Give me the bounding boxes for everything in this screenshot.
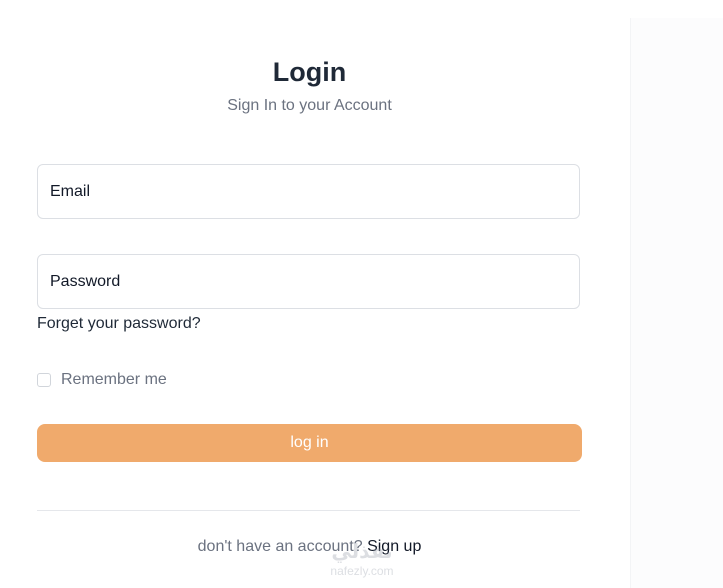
password-field-wrapper: [37, 254, 580, 309]
side-panel: [630, 18, 723, 588]
remember-me-row[interactable]: Remember me: [37, 370, 167, 390]
password-input[interactable]: [38, 255, 579, 308]
forgot-password-link[interactable]: Forget your password?: [37, 314, 201, 334]
remember-me-label: Remember me: [61, 371, 167, 388]
login-button[interactable]: log in: [37, 424, 582, 462]
divider: [37, 510, 580, 511]
login-page: Login Sign In to your Account Forget you…: [0, 0, 723, 588]
page-subtitle: Sign In to your Account: [227, 97, 392, 114]
signup-row: don't have an account? Sign up: [0, 537, 619, 557]
remember-me-checkbox[interactable]: [37, 373, 51, 387]
watermark-logo: نفذلي: [331, 541, 393, 563]
email-field-wrapper: [37, 164, 580, 219]
email-input[interactable]: [38, 165, 579, 218]
page-title: Login: [272, 57, 347, 87]
watermark: نفذلي nafezly.com: [318, 540, 406, 588]
watermark-domain: nafezly.com: [330, 564, 394, 578]
